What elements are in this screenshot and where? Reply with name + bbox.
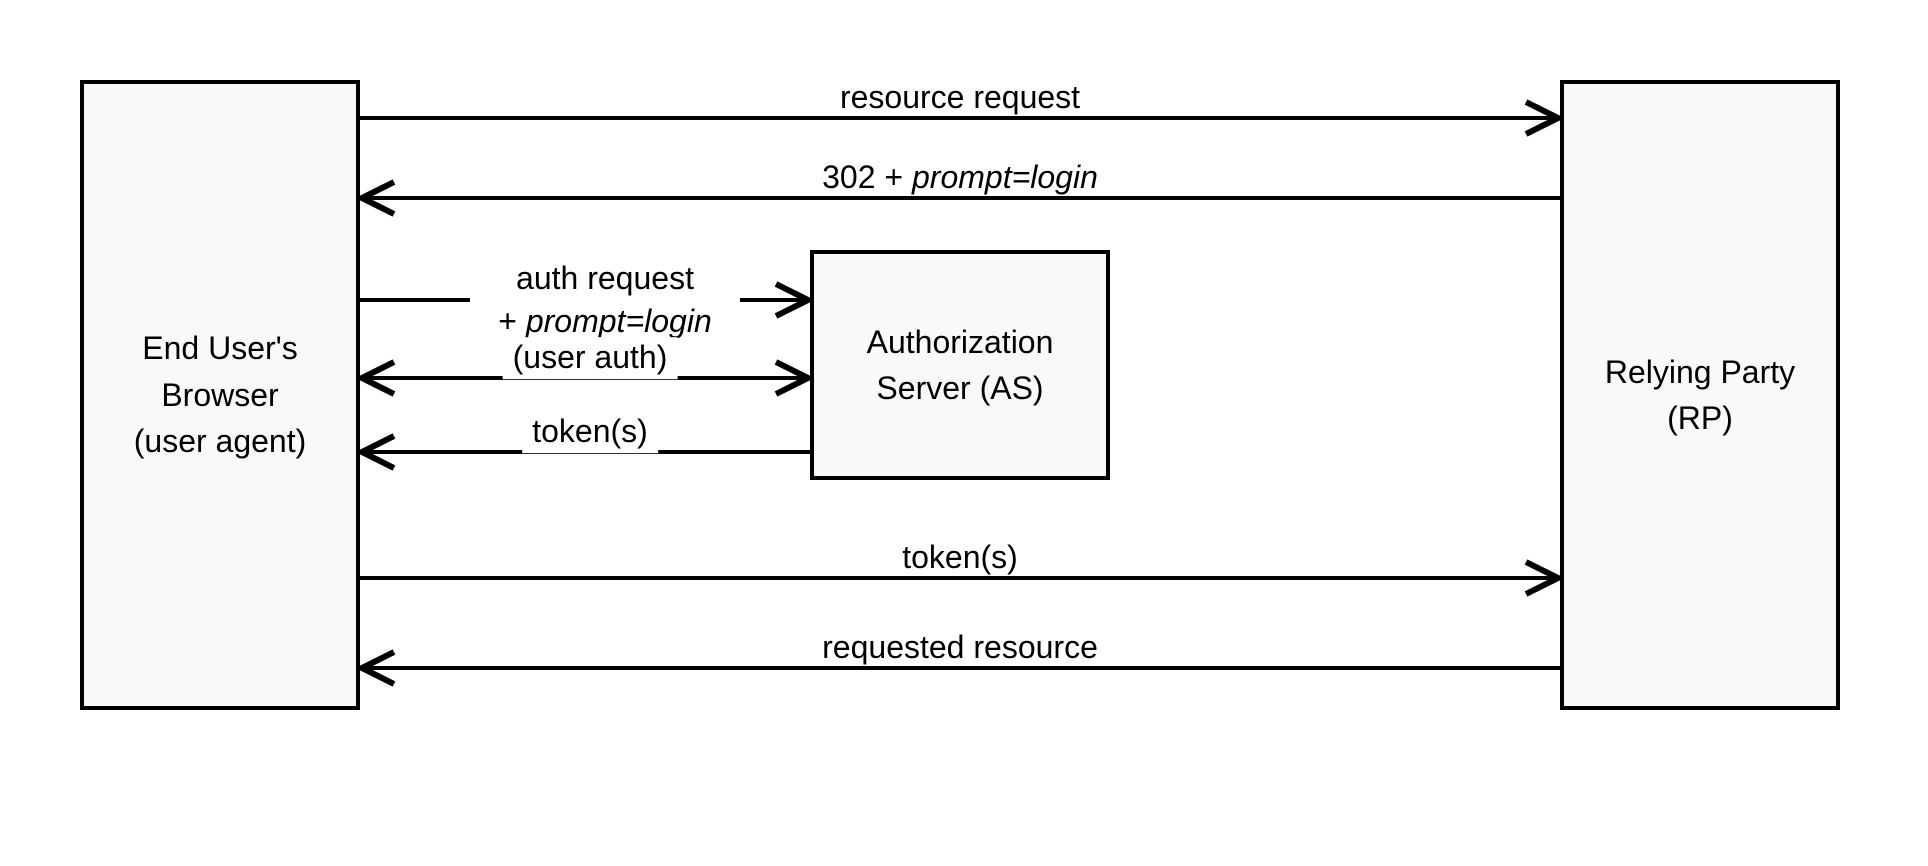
label-tokens-as: token(s) [522,411,658,453]
box-authorization-server: Authorization Server (AS) [810,250,1110,480]
box-rp-line2: (RP) [1667,395,1733,441]
box-browser-line2: Browser [161,372,278,418]
label-auth-request-line2-italic: prompt=login [526,303,712,339]
box-as-line2: Server (AS) [876,365,1043,411]
label-302-prompt: 302 + prompt=login [822,157,1098,199]
diagram-stage: End User's Browser (user agent) Authoriz… [0,0,1928,866]
label-302-prompt-prefix: 302 + [822,159,912,195]
box-browser: End User's Browser (user agent) [80,80,360,710]
label-auth-request-line1: auth request [516,260,694,296]
label-user-auth: (user auth) [503,337,678,379]
label-auth-request-line2-prefix: + [498,303,526,339]
label-auth-request: auth request + prompt=login [498,257,711,343]
box-browser-line3: (user agent) [134,418,307,464]
box-rp-line1: Relying Party [1605,349,1795,395]
box-relying-party: Relying Party (RP) [1560,80,1840,710]
label-302-prompt-italic: prompt=login [912,159,1098,195]
box-browser-line1: End User's [142,325,298,371]
label-requested-resource: requested resource [822,627,1098,669]
label-tokens-rp: token(s) [902,537,1018,579]
box-as-line1: Authorization [867,319,1054,365]
label-resource-request: resource request [840,77,1080,119]
